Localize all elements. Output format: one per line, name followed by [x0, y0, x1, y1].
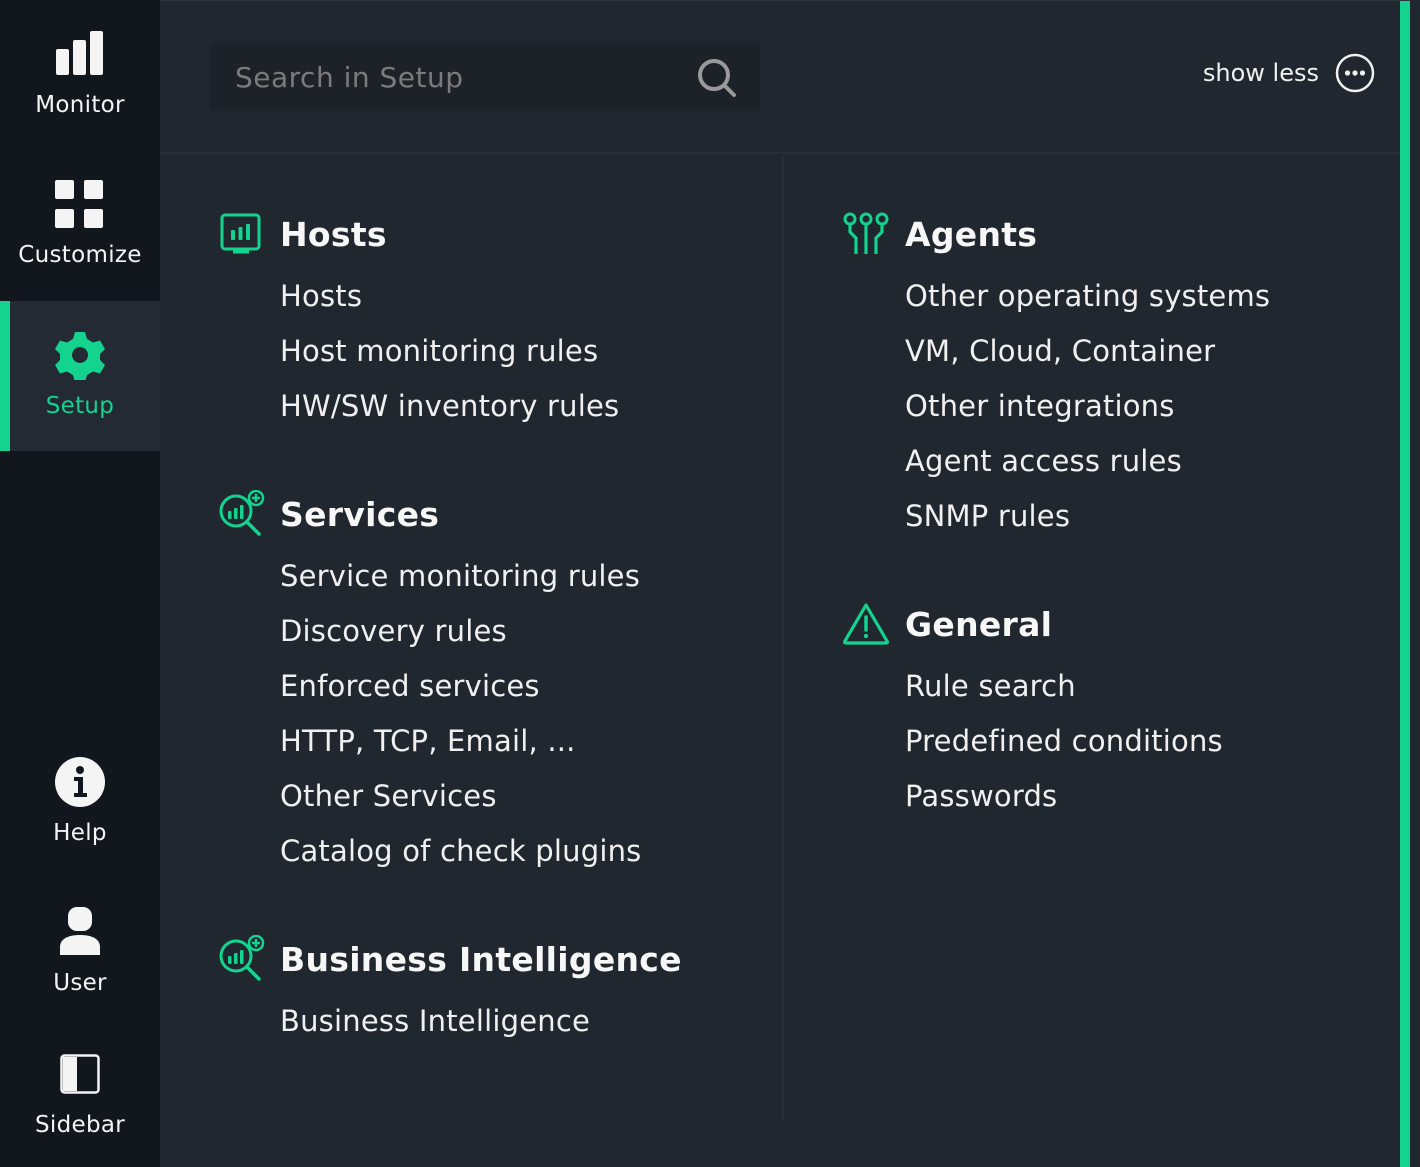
main-navigation: Monitor Customize Setup Help User Sideba… [0, 0, 160, 1167]
section-title: Services [280, 494, 440, 534]
nav-label: User [53, 970, 107, 996]
user-icon [50, 902, 110, 962]
search-icon[interactable] [696, 57, 738, 99]
setup-menu-panel: show less [160, 0, 1410, 1167]
menu-item-rule-search[interactable]: Rule search [905, 659, 1223, 714]
nav-item-monitor[interactable]: Monitor [0, 0, 160, 150]
section-items: Hosts Host monitoring rules HW/SW invent… [280, 269, 619, 434]
section-title: Business Intelligence [280, 939, 682, 979]
nav-label: Setup [45, 393, 115, 419]
show-less-button[interactable]: show less [1203, 53, 1375, 93]
section-title: General [905, 604, 1053, 644]
menu-item-vm-cloud-container[interactable]: VM, Cloud, Container [905, 324, 1270, 379]
menu-item-enforced-services[interactable]: Enforced services [280, 659, 641, 714]
menu-item-host-monitoring-rules[interactable]: Host monitoring rules [280, 324, 619, 379]
section-hosts: Hosts Hosts Host monitoring rules HW/SW … [220, 209, 619, 434]
search-box [210, 43, 760, 111]
show-less-label: show less [1202, 59, 1319, 87]
menu-item-http-tcp-email[interactable]: HTTP, TCP, Email, ... [280, 714, 641, 769]
host-monitor-icon [216, 209, 266, 259]
nav-item-sidebar[interactable]: Sidebar [0, 1020, 160, 1167]
column-divider [782, 156, 784, 1121]
section-items: Other operating systems VM, Cloud, Conta… [905, 269, 1270, 544]
section-title: Hosts [280, 214, 387, 254]
search-input[interactable] [210, 60, 680, 94]
bar-chart-icon [50, 24, 110, 84]
menu-item-other-integrations[interactable]: Other integrations [905, 379, 1270, 434]
nav-item-setup[interactable]: Setup [0, 301, 160, 451]
menu-item-passwords[interactable]: Passwords [905, 769, 1223, 824]
menu-item-business-intelligence[interactable]: Business Intelligence [280, 994, 682, 1049]
nav-label: Customize [18, 242, 142, 268]
more-options-icon [1335, 53, 1375, 93]
section-business-intelligence: Business Intelligence Business Intellige… [219, 934, 682, 1049]
bi-search-icon [216, 934, 266, 984]
nav-item-help[interactable]: Help [0, 728, 160, 868]
sidebar-toggle-icon [50, 1044, 110, 1104]
section-items: Business Intelligence [280, 994, 682, 1049]
nav-label: Sidebar [35, 1112, 125, 1138]
section-general: General Rule search Predefined condition… [843, 599, 1223, 824]
section-title: Agents [905, 214, 1038, 254]
section-services: Services Service monitoring rules Discov… [219, 489, 641, 879]
menu-item-snmp-rules[interactable]: SNMP rules [905, 489, 1270, 544]
section-items: Rule search Predefined conditions Passwo… [905, 659, 1223, 824]
menu-item-service-monitoring-rules[interactable]: Service monitoring rules [280, 549, 641, 604]
menu-item-other-operating-systems[interactable]: Other operating systems [905, 269, 1270, 324]
service-search-icon [216, 489, 266, 539]
nav-item-customize[interactable]: Customize [0, 150, 160, 300]
setup-menu-header: show less [160, 1, 1410, 154]
menu-item-discovery-rules[interactable]: Discovery rules [280, 604, 641, 659]
menu-item-predefined-conditions[interactable]: Predefined conditions [905, 714, 1223, 769]
warning-triangle-icon [841, 599, 891, 649]
menu-item-agent-access-rules[interactable]: Agent access rules [905, 434, 1270, 489]
scrollbar-accent[interactable] [1400, 1, 1410, 1167]
menu-item-other-services[interactable]: Other Services [280, 769, 641, 824]
grid-icon [50, 174, 110, 234]
nav-label: Monitor [35, 92, 125, 118]
menu-item-hw-sw-inventory-rules[interactable]: HW/SW inventory rules [280, 379, 619, 434]
menu-item-catalog-check-plugins[interactable]: Catalog of check plugins [280, 824, 641, 879]
section-agents: Agents Other operating systems VM, Cloud… [843, 209, 1270, 544]
menu-item-hosts[interactable]: Hosts [280, 269, 619, 324]
gear-icon [50, 325, 110, 385]
nav-label: Help [53, 820, 107, 846]
section-items: Service monitoring rules Discovery rules… [280, 549, 641, 879]
nav-item-user[interactable]: User [0, 878, 160, 1018]
info-icon [50, 752, 110, 812]
agents-icon [841, 209, 891, 259]
